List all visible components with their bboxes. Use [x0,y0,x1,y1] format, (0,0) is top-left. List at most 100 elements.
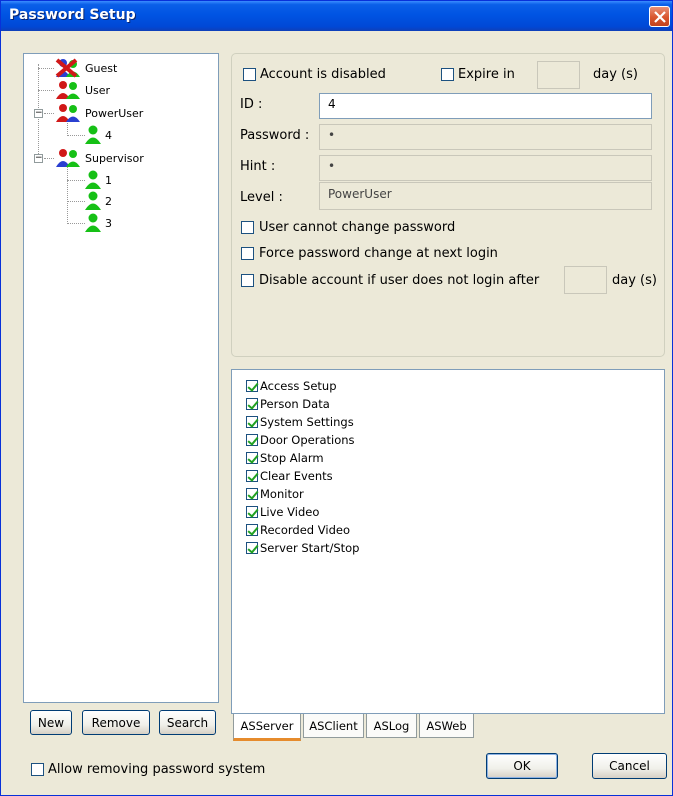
permission-checkbox[interactable] [246,469,258,482]
tree-item-user[interactable]: User [54,81,110,99]
tab-asclient[interactable]: ASClient [303,714,364,738]
permission-item[interactable]: Door Operations [246,431,355,448]
permission-checkbox[interactable] [246,451,258,464]
disabled-role-icon [55,58,80,78]
permission-label: Access Setup [260,378,337,393]
tree-item-user-2[interactable]: 2 [84,191,112,210]
permission-item[interactable]: Monitor [246,485,304,502]
tree-item-label: 3 [105,216,112,230]
permission-checkbox[interactable] [246,397,258,410]
tree-item-user-3[interactable]: 3 [84,213,112,232]
password-setup-window: Password Setup − − Guest User PowerUser … [0,0,673,796]
hint-label: Hint : [240,159,276,174]
permission-label: Person Data [260,396,330,411]
tree-item-user-4[interactable]: 4 [84,125,112,144]
search-button[interactable]: Search [159,710,216,735]
tree-line [44,113,54,114]
tree-line [38,90,54,91]
allow-removing-checkbox[interactable] [31,763,44,776]
level-field[interactable]: PowerUser [319,182,652,210]
user-tree[interactable]: − − Guest User PowerUser 4 Supervisor 1 … [23,53,219,703]
tab-asweb[interactable]: ASWeb [419,714,474,738]
permission-checkbox[interactable] [246,433,258,446]
permission-item[interactable]: Recorded Video [246,521,350,538]
permission-label: Door Operations [260,432,355,447]
password-field[interactable]: • [319,124,652,150]
permission-label: Clear Events [260,468,333,483]
tree-line [67,135,85,136]
user-icon [85,213,101,232]
tree-item-label: 4 [105,128,112,142]
close-button[interactable] [649,6,670,27]
permission-checkbox[interactable] [246,379,258,392]
level-label: Level : [240,190,283,205]
remove-button[interactable]: Remove [82,710,150,735]
disable-inactive-label: Disable account if user does not login a… [259,273,540,288]
tree-item-label: 2 [105,194,112,208]
tree-item-user-1[interactable]: 1 [84,170,112,189]
permission-label: Stop Alarm [260,450,324,465]
tab-aslog[interactable]: ASLog [366,714,417,738]
tree-line [67,166,68,224]
force-change-checkbox[interactable] [241,247,254,260]
title-bar[interactable]: Password Setup [1,1,672,31]
tree-item-label: User [85,83,111,97]
disable-inactive-unit-label: day (s) [612,273,657,288]
permission-item[interactable]: Clear Events [246,467,333,484]
permission-item[interactable]: Live Video [246,503,319,520]
tree-line [44,158,54,159]
password-label: Password : [240,128,310,143]
tree-line [67,180,85,181]
tree-item-guest[interactable]: Guest [54,58,118,78]
id-label: ID : [240,97,263,112]
account-disabled-checkbox[interactable] [243,68,256,81]
permission-item[interactable]: System Settings [246,413,354,430]
cancel-button[interactable]: Cancel [592,753,667,779]
permission-checkbox[interactable] [246,523,258,536]
expire-checkbox[interactable] [441,68,454,81]
disable-inactive-checkbox[interactable] [241,274,254,287]
id-field[interactable]: 4 [319,93,652,119]
hint-field[interactable]: • [319,155,652,181]
permission-item[interactable]: Access Setup [246,377,337,394]
expire-days-input[interactable] [537,61,580,89]
cannot-change-password-checkbox[interactable] [241,221,254,234]
tree-item-label: PowerUser [85,106,144,120]
new-button[interactable]: New [30,710,72,735]
close-icon [654,11,666,23]
allow-removing-label: Allow removing password system [48,762,266,777]
tree-item-poweruser[interactable]: PowerUser [54,104,143,122]
user-icon [85,191,101,210]
permission-label: Server Start/Stop [260,540,360,555]
role-group-icon [56,104,80,122]
tree-line [38,68,54,69]
role-group-icon [56,149,80,167]
expire-label: Expire in [458,67,515,82]
tree-item-supervisor[interactable]: Supervisor [54,149,144,167]
permission-item[interactable]: Stop Alarm [246,449,324,466]
tree-item-label: Supervisor [85,151,144,165]
tree-line [67,201,85,202]
window-title: Password Setup [9,7,136,23]
tree-item-label: Guest [85,61,118,75]
role-icon [56,81,80,99]
permission-checkbox[interactable] [246,541,258,554]
expire-unit-label: day (s) [593,67,638,82]
disable-inactive-days-input[interactable] [564,266,607,294]
collapse-toggle-poweruser[interactable]: − [34,109,43,118]
permission-item[interactable]: Server Start/Stop [246,539,359,556]
permission-checkbox[interactable] [246,487,258,500]
permission-item[interactable]: Person Data [246,395,330,412]
tab-asserver[interactable]: ASServer [233,714,301,741]
permission-label: Recorded Video [260,522,350,537]
collapse-toggle-supervisor[interactable]: − [34,154,43,163]
permission-label: Live Video [260,504,320,519]
permission-checkbox[interactable] [246,505,258,518]
user-icon [85,125,101,144]
tree-item-label: 1 [105,173,112,187]
force-change-label: Force password change at next login [259,246,498,261]
permission-label: Monitor [260,486,304,501]
ok-button[interactable]: OK [486,753,558,779]
permission-checkbox[interactable] [246,415,258,428]
permissions-list[interactable]: Access Setup Person Data System Settings… [231,369,665,714]
